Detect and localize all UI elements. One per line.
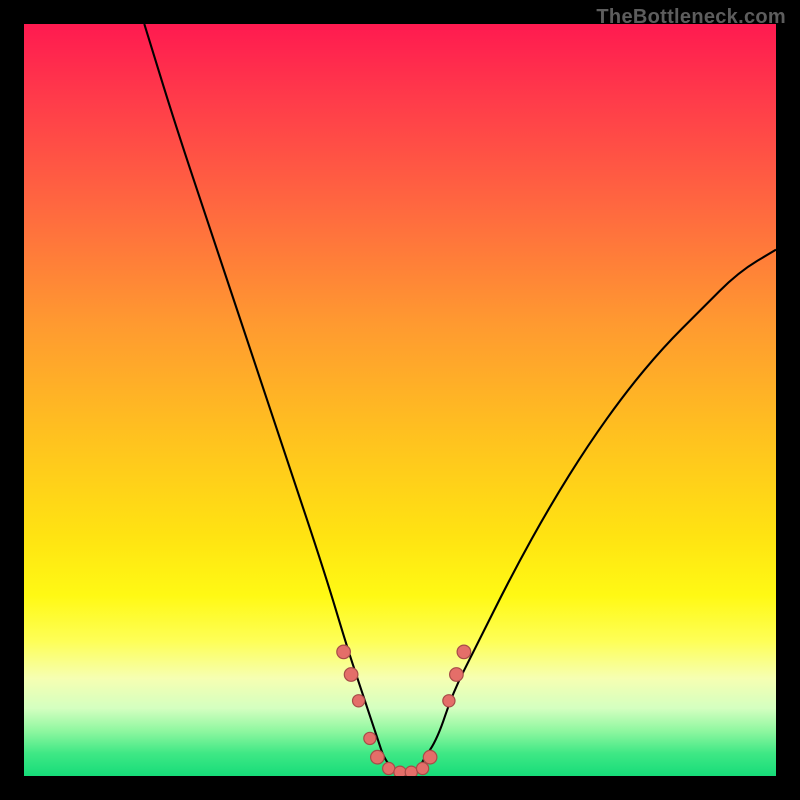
trough-dot — [337, 645, 351, 659]
trough-dot — [383, 762, 395, 774]
trough-dot — [450, 668, 464, 682]
chart-plot-area — [24, 24, 776, 776]
trough-dot — [353, 695, 365, 707]
trough-dot — [405, 766, 417, 776]
trough-dot — [394, 766, 406, 776]
trough-dot — [443, 695, 455, 707]
chart-svg — [24, 24, 776, 776]
trough-dot — [457, 645, 471, 659]
trough-dot — [364, 732, 376, 744]
trough-dots-group — [337, 645, 471, 776]
bottleneck-curve — [144, 24, 776, 776]
trough-dot — [371, 750, 385, 764]
trough-dot — [417, 762, 429, 774]
trough-dot — [344, 668, 358, 682]
watermark-text: TheBottleneck.com — [596, 6, 786, 29]
trough-dot — [423, 750, 437, 764]
